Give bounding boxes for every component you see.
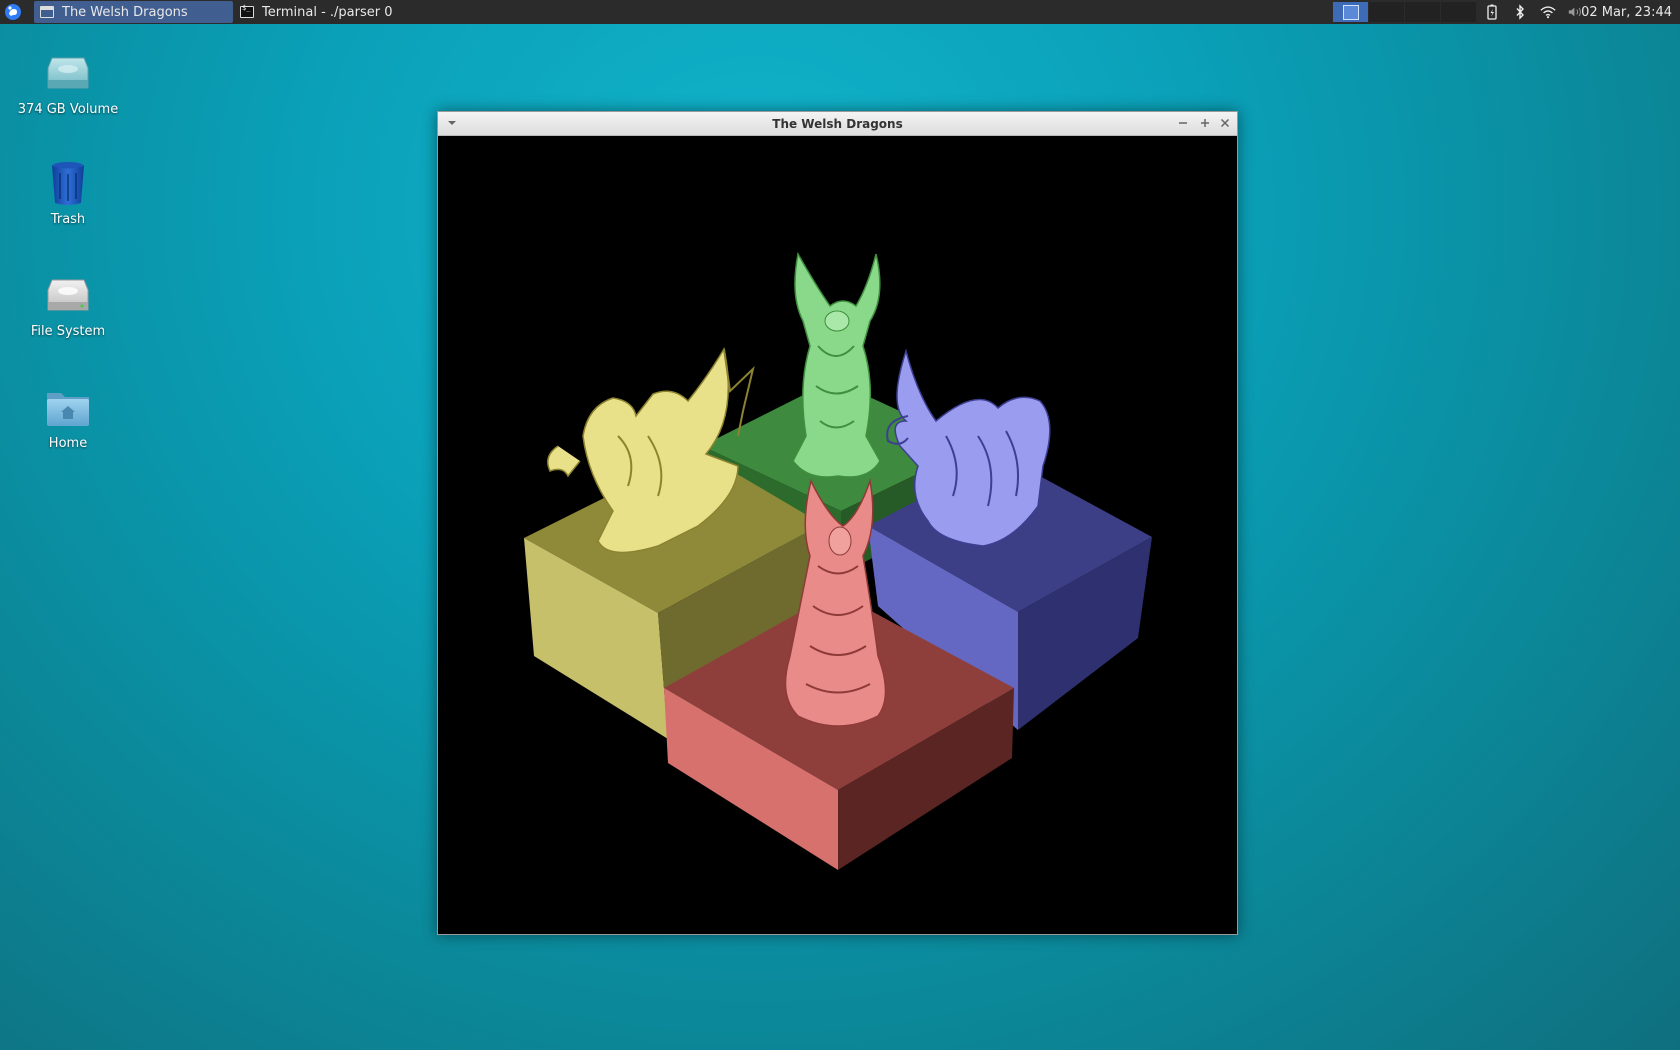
window-icon (40, 6, 54, 18)
minimize-button[interactable] (1175, 115, 1191, 131)
desktop-icon-home[interactable]: Home (8, 382, 128, 451)
task-welsh-dragons[interactable]: The Welsh Dragons (34, 1, 233, 23)
desktop-icon-label: File System (30, 324, 106, 339)
desktop-icon-filesystem[interactable]: File System (8, 270, 128, 339)
system-tray (1484, 0, 1584, 24)
battery-icon[interactable] (1484, 4, 1500, 20)
clock[interactable]: 02 Mar, 23:44 (1581, 0, 1672, 24)
minimize-icon (1179, 122, 1187, 124)
task-label: Terminal - ./parser 0 (262, 4, 393, 20)
close-icon (1220, 118, 1230, 128)
top-panel: The Welsh Dragons Terminal - ./parser 0 … (0, 0, 1680, 24)
xfce-mouse-icon (5, 4, 21, 20)
chevron-down-icon (448, 121, 456, 125)
desktop-icon-trash[interactable]: Trash (8, 158, 128, 227)
workspace-4[interactable] (1440, 2, 1476, 22)
window-titlebar[interactable]: The Welsh Dragons (438, 112, 1237, 136)
task-terminal[interactable]: Terminal - ./parser 0 (234, 1, 434, 23)
applications-menu-button[interactable] (0, 0, 26, 24)
workspace-switcher (1332, 2, 1476, 22)
terminal-icon (240, 4, 254, 18)
harddisk-icon (42, 270, 94, 322)
wifi-icon[interactable] (1540, 4, 1556, 20)
workspace-2[interactable] (1368, 2, 1404, 22)
plus-icon (1201, 119, 1209, 127)
desktop-icon-label: 374 GB Volume (17, 102, 119, 117)
desktop-icon-label: Home (48, 436, 88, 451)
window-menu-button[interactable] (444, 115, 460, 131)
drive-icon (42, 48, 94, 100)
close-button[interactable] (1217, 115, 1233, 131)
desktop-icon-volume[interactable]: 374 GB Volume (8, 48, 128, 117)
opengl-viewport[interactable] (438, 136, 1237, 934)
maximize-button[interactable] (1197, 115, 1213, 131)
task-label: The Welsh Dragons (62, 4, 188, 20)
welsh-dragons-window: The Welsh Dragons (437, 111, 1238, 935)
home-folder-icon (42, 382, 94, 434)
trash-icon (42, 158, 94, 210)
workspace-3[interactable] (1404, 2, 1440, 22)
workspace-1[interactable] (1332, 2, 1368, 22)
window-title: The Welsh Dragons (772, 116, 903, 131)
bluetooth-icon[interactable] (1512, 4, 1528, 20)
desktop-icon-label: Trash (50, 212, 86, 227)
